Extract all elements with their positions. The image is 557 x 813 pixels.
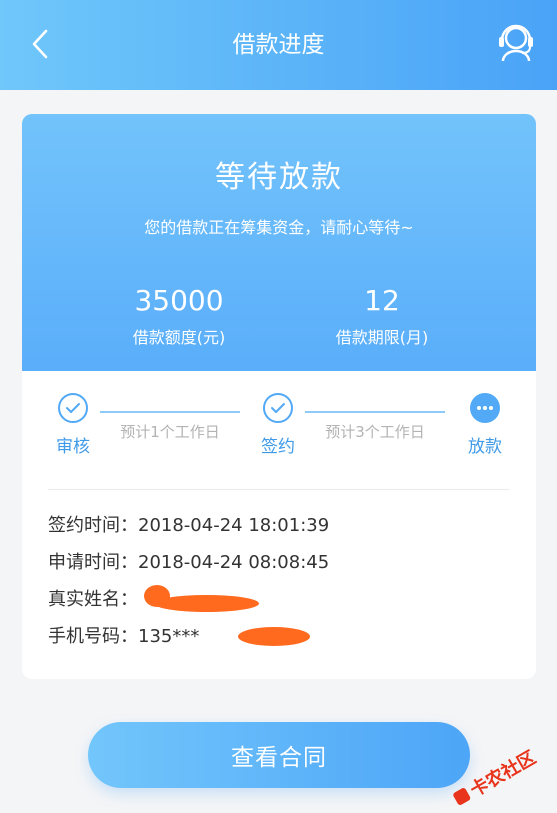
loan-amount-value: 35000 — [134, 284, 224, 317]
view-contract-button[interactable]: 查看合同 — [88, 722, 470, 788]
more-dots-icon — [470, 393, 500, 423]
check-icon — [58, 393, 88, 423]
phone-text: 手机号码：135*** — [48, 626, 200, 647]
real-name-row: 真实姓名： — [48, 581, 510, 618]
step-connector — [305, 411, 445, 413]
step-label: 审核 — [56, 437, 90, 457]
loan-amount: 35000 借款额度(元) — [79, 284, 279, 348]
loan-progress-card: 等待放款 您的借款正在筹集资金，请耐心等待~ 35000 借款额度(元) 12 … — [22, 114, 536, 679]
loan-info-list: 签约时间：2018-04-24 18:01:39 申请时间：2018-04-24… — [48, 507, 510, 655]
watermark-logo-icon — [452, 786, 472, 807]
loan-term-value: 12 — [364, 284, 400, 317]
step-disburse: 放款 — [455, 393, 515, 457]
step-review: 审核 — [43, 393, 103, 457]
step-label: 放款 — [468, 437, 502, 457]
step-estimate: 预计1个工作日 — [120, 423, 220, 441]
step-sign: 签约 — [248, 393, 308, 457]
step-connector — [100, 411, 240, 413]
customer-service-icon — [499, 24, 533, 62]
divider — [48, 489, 510, 490]
step-estimate: 预计3个工作日 — [325, 423, 425, 441]
page-title: 借款进度 — [232, 32, 325, 58]
redaction-mark — [238, 627, 310, 646]
app-header: 借款进度 — [0, 0, 557, 90]
check-icon — [263, 393, 293, 423]
loan-amount-label: 借款额度(元) — [132, 328, 226, 347]
watermark-text: 卡农社区 — [466, 747, 540, 802]
loan-status-panel: 等待放款 您的借款正在筹集资金，请耐心等待~ 35000 借款额度(元) 12 … — [22, 114, 536, 371]
real-name-text: 真实姓名： — [48, 589, 138, 610]
back-button[interactable] — [22, 24, 58, 64]
status-title: 等待放款 — [215, 160, 343, 195]
chevron-left-icon — [32, 29, 48, 59]
sign-time-row: 签约时间：2018-04-24 18:01:39 — [48, 515, 330, 536]
status-description: 您的借款正在筹集资金，请耐心等待~ — [144, 218, 414, 237]
loan-term: 12 借款期限(月) — [282, 284, 482, 348]
progress-steps: 审核 预计1个工作日 签约 预计3个工作日 放款 — [22, 371, 536, 489]
phone-row: 手机号码：135*** — [48, 618, 510, 655]
redaction-mark — [154, 595, 259, 612]
apply-time-row: 申请时间：2018-04-24 08:08:45 — [48, 552, 330, 573]
step-label: 签约 — [261, 437, 295, 457]
loan-term-label: 借款期限(月) — [335, 328, 429, 347]
customer-service-button[interactable] — [493, 20, 539, 66]
